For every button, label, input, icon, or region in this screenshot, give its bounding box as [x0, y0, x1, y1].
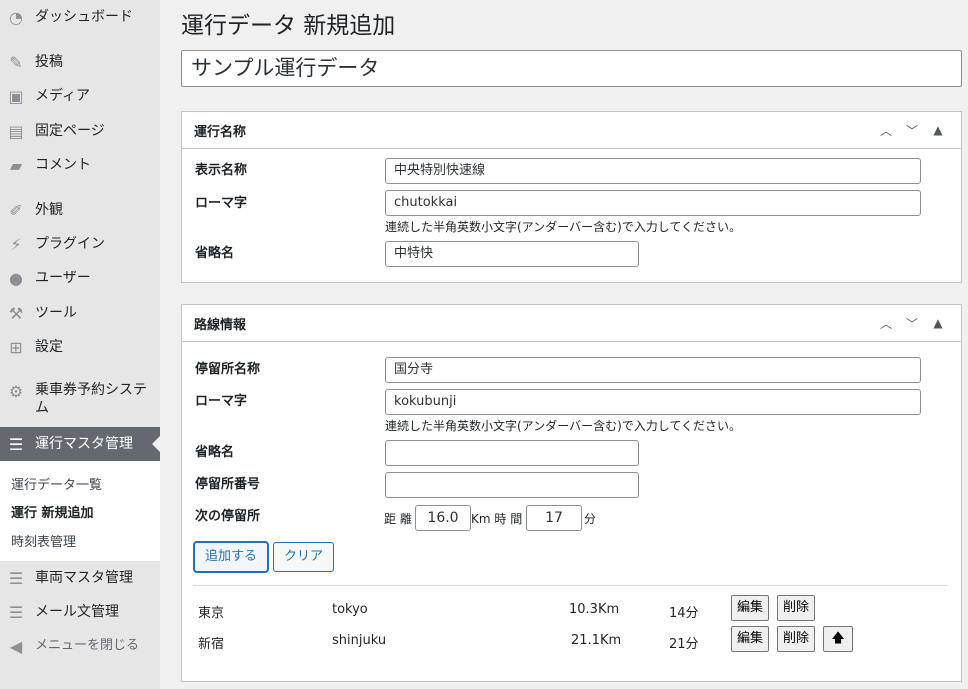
- menu-pages[interactable]: ▤ 固定ページ: [0, 120, 160, 142]
- menu-posts[interactable]: ✎ 投稿: [0, 51, 160, 73]
- wrench-icon: ⚒: [8, 303, 24, 323]
- menu-users[interactable]: ● ユーザー: [0, 267, 160, 289]
- row-stop-romaji: tokyo: [332, 602, 368, 617]
- stop-abbr-input[interactable]: [385, 440, 639, 466]
- row-stop-romaji: shinjuku: [332, 633, 387, 648]
- pin-icon: ✎: [9, 52, 23, 72]
- menu-media[interactable]: ▣ メディア: [0, 85, 160, 107]
- stop-abbr-label: 省略名: [195, 445, 235, 460]
- admin-sidebar: ◔ ダッシュボード ✎ 投稿 ▣ メディア ▤ 固定ページ ▰ コメント ✐ 外…: [0, 0, 160, 689]
- plugin-icon: ⚡: [10, 234, 22, 254]
- stop-name-input[interactable]: 国分寺: [385, 357, 921, 383]
- toggle-icon[interactable]: ▲: [927, 316, 949, 330]
- stop-romaji-hint: 連続した半角英数小文字(アンダーバー含む)で入力してください。: [385, 419, 742, 433]
- edit-button[interactable]: 編集: [731, 626, 770, 652]
- list-icon: ☰: [8, 568, 24, 588]
- next-stop-label: 次の停留所: [195, 509, 261, 524]
- delete-button[interactable]: 削除: [777, 626, 816, 652]
- brush-icon: ✐: [9, 200, 23, 220]
- romaji-label: ローマ字: [195, 196, 248, 211]
- postbox-header: 運行名称 ︿ ﹀ ▲: [182, 112, 961, 149]
- stop-name-label: 停留所名称: [195, 362, 261, 377]
- box-title: 運行名称: [194, 124, 247, 140]
- add-button[interactable]: 追加する: [194, 542, 269, 572]
- collapse-icon: ◀: [9, 636, 23, 656]
- stop-number-input[interactable]: [385, 472, 639, 498]
- gear-icon: ⚙: [8, 381, 24, 401]
- menu-operation-master[interactable]: ☰ 運行マスタ管理: [0, 427, 160, 461]
- list-icon: ☰: [8, 602, 24, 622]
- submenu-operation-list[interactable]: 運行データ一覧: [11, 474, 102, 493]
- menu-settings[interactable]: ⊞ 設定: [0, 336, 160, 358]
- dashboard-icon: ◔: [9, 7, 23, 27]
- row-stop-name: 東京: [198, 606, 225, 621]
- romaji-hint: 連続した半角英数小文字(アンダーバー含む)で入力してください。: [385, 220, 742, 234]
- menu-tools[interactable]: ⚒ ツール: [0, 302, 160, 324]
- move-down-icon[interactable]: ﹀: [901, 315, 923, 332]
- move-up-icon[interactable]: ︿: [875, 315, 897, 332]
- box-title: 路線情報: [194, 317, 247, 333]
- menu-comments[interactable]: ▰ コメント: [0, 154, 160, 176]
- row-stop-name: 新宿: [198, 637, 225, 652]
- box-controls: ︿ ﹀ ▲: [875, 122, 949, 139]
- move-down-icon[interactable]: ﹀: [901, 122, 923, 139]
- stop-romaji-input[interactable]: kokubunji: [385, 389, 921, 415]
- menu-plugins[interactable]: ⚡ プラグイン: [0, 233, 160, 255]
- comment-icon: ▰: [9, 155, 23, 175]
- move-up-icon[interactable]: ︿: [875, 122, 897, 139]
- page-icon: ▤: [8, 121, 24, 141]
- list-icon: ☰: [8, 434, 24, 454]
- romaji-input[interactable]: chutokkai: [385, 190, 921, 216]
- display-name-label: 表示名称: [195, 163, 248, 178]
- toggle-icon[interactable]: ▲: [927, 123, 949, 137]
- post-title-input[interactable]: サンプル運行データ: [181, 50, 962, 87]
- stop-number-label: 停留所番号: [195, 477, 261, 492]
- row-time: 14分: [669, 606, 699, 621]
- box-controls: ︿ ﹀ ▲: [875, 315, 949, 332]
- menu-collapse[interactable]: ◀ メニューを閉じる: [0, 635, 160, 657]
- edit-button[interactable]: 編集: [731, 595, 770, 621]
- menu-dashboard[interactable]: ◔ ダッシュボード: [0, 6, 160, 28]
- display-name-input[interactable]: 中央特別快速線: [385, 158, 921, 184]
- row-distance: 21.1Km: [571, 633, 622, 648]
- move-up-button[interactable]: 🡅: [823, 626, 853, 652]
- row-time: 21分: [669, 637, 699, 652]
- menu-vehicle-master[interactable]: ☰ 車両マスタ管理: [0, 567, 160, 589]
- postbox-header: 路線情報 ︿ ﹀ ▲: [182, 305, 961, 342]
- distance-label: 距 離: [384, 512, 412, 526]
- abbr-label: 省略名: [195, 246, 235, 261]
- stop-romaji-label: ローマ字: [195, 394, 248, 409]
- abbr-input[interactable]: 中特快: [385, 241, 639, 267]
- user-icon: ●: [9, 268, 23, 288]
- divider: [193, 585, 948, 586]
- menu-mail-master[interactable]: ☰ メール文管理: [0, 601, 160, 623]
- time-input[interactable]: 17: [526, 505, 582, 531]
- clear-button[interactable]: クリア: [273, 542, 335, 572]
- row-distance: 10.3Km: [569, 602, 620, 617]
- minutes-label: 分: [584, 512, 597, 526]
- menu-ticket-system[interactable]: ⚙ 乗車券予約システム: [0, 381, 160, 421]
- distance-input[interactable]: 16.0: [415, 505, 471, 531]
- settings-icon: ⊞: [9, 337, 23, 357]
- submenu-operation-add[interactable]: 運行 新規追加: [11, 502, 94, 521]
- media-icon: ▣: [8, 86, 24, 106]
- operation-submenu: 運行データ一覧 運行 新規追加 時刻表管理: [0, 461, 160, 561]
- submenu-timetable[interactable]: 時刻表管理: [11, 531, 76, 550]
- page-title: 運行データ 新規追加: [181, 13, 396, 39]
- delete-button[interactable]: 削除: [777, 595, 816, 621]
- menu-appearance[interactable]: ✐ 外観: [0, 199, 160, 221]
- km-time-label: Km 時 間: [471, 512, 523, 526]
